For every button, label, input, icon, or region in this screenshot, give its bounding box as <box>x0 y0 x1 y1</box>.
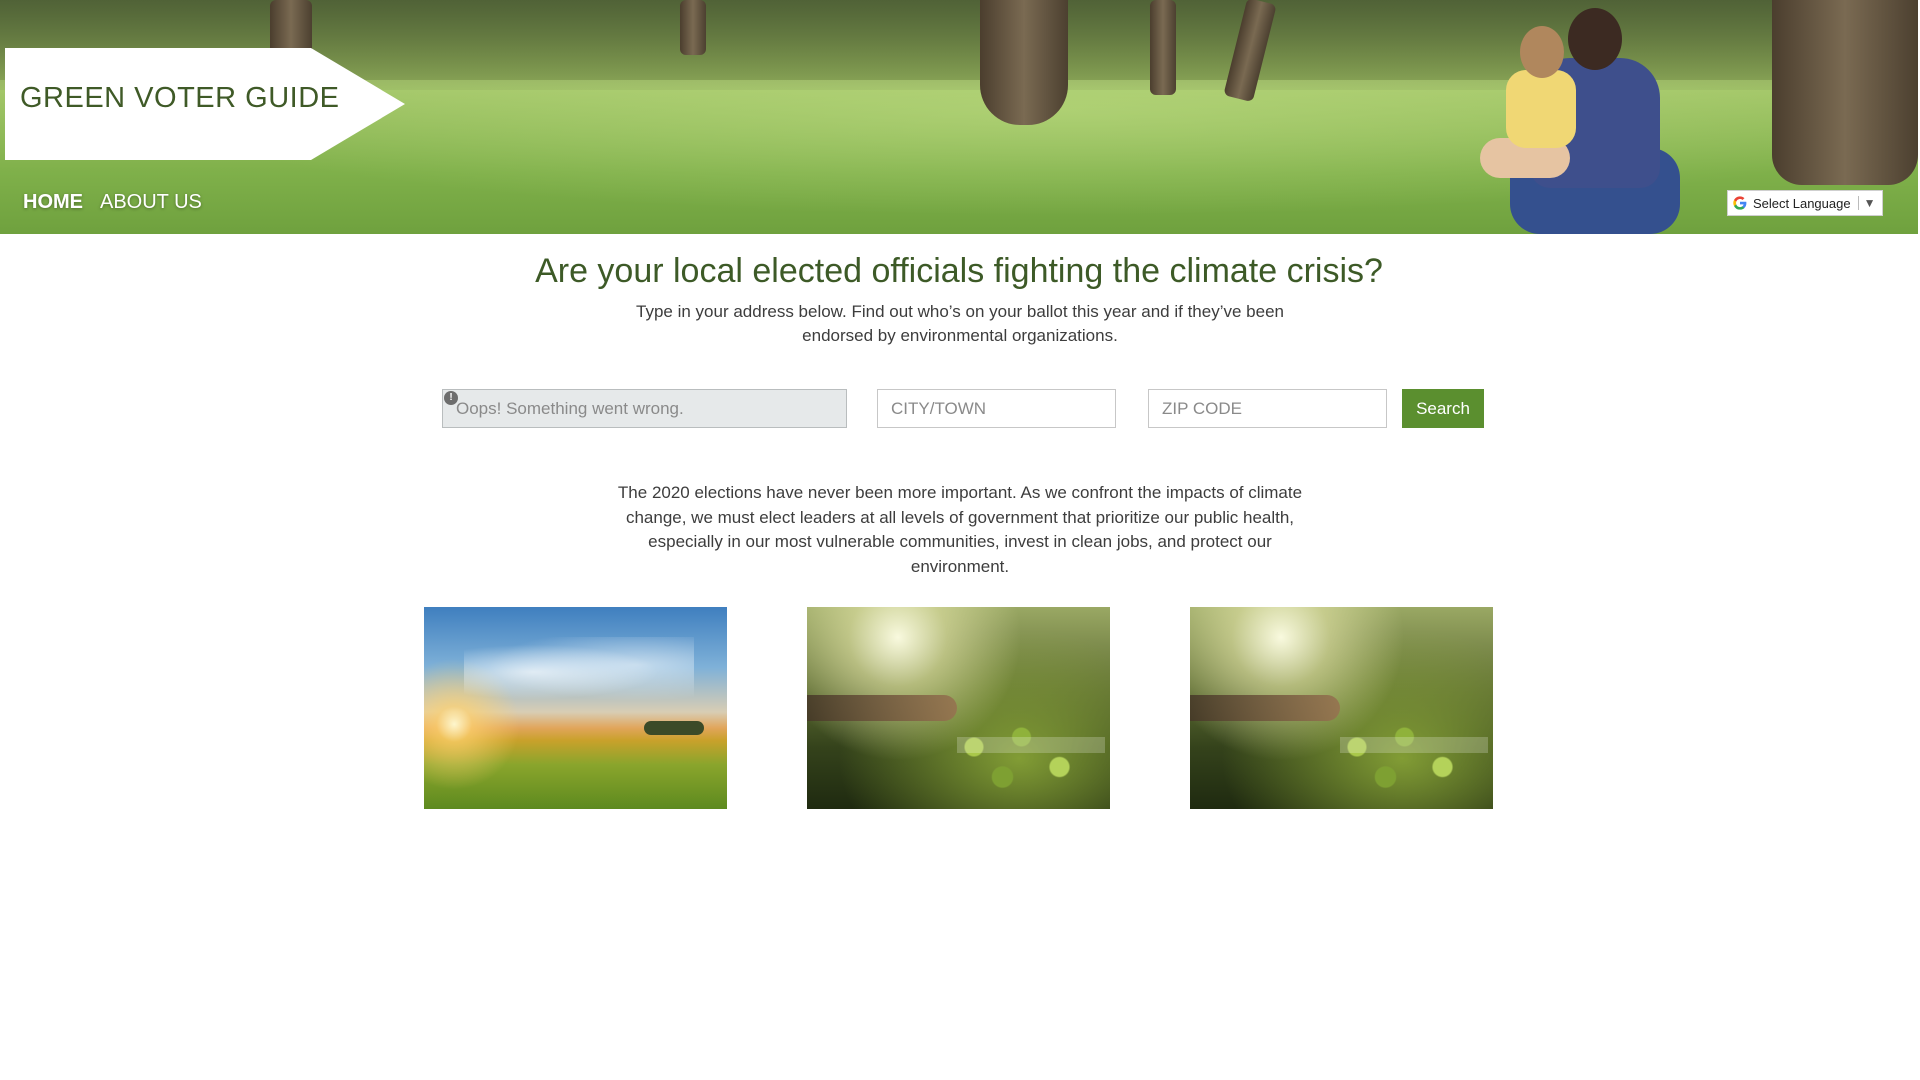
tree-trunk <box>680 0 706 55</box>
sunset-field-photo <box>424 607 727 809</box>
tree-trunk <box>270 0 312 55</box>
tree-trunk <box>1150 0 1176 95</box>
divider <box>1857 196 1859 210</box>
language-select-label: Select Language <box>1753 195 1851 211</box>
nav-about-us[interactable]: ABOUT US <box>100 191 202 214</box>
intro-paragraph: The 2020 elections have never been more … <box>617 483 1303 576</box>
main-nav: HOME ABOUT US <box>23 191 202 214</box>
site-title[interactable]: GREEN VOTER GUIDE <box>20 82 340 115</box>
address-input[interactable] <box>442 389 847 428</box>
zip-code-input[interactable] <box>1148 389 1387 428</box>
hand-plants-photo <box>1190 607 1493 809</box>
hero-banner: GREEN VOTER GUIDE HOME ABOUT US Select L… <box>0 0 1918 234</box>
city-input[interactable] <box>877 389 1116 428</box>
page-subhead: Type in your address below. Find out who… <box>636 302 1284 345</box>
hand-plants-photo <box>807 607 1110 809</box>
tree-trunk <box>1772 0 1918 185</box>
chevron-down-icon: ▼ <box>1863 196 1876 210</box>
nav-home[interactable]: HOME <box>23 191 83 214</box>
tree-trunk <box>980 0 1068 125</box>
page-headline: Are your local elected officials fightin… <box>535 252 1383 290</box>
google-g-icon <box>1733 196 1747 210</box>
language-select[interactable]: Select Language ▼ <box>1727 190 1883 216</box>
search-button[interactable]: Search <box>1402 389 1484 428</box>
error-info-icon: ! <box>444 391 458 405</box>
mother-and-child-figure <box>1480 8 1680 234</box>
